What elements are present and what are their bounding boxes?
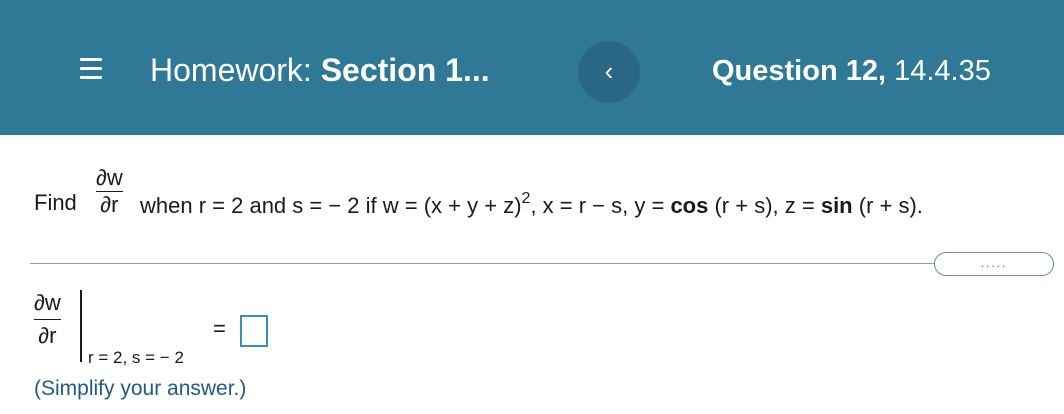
homework-section-name: Section 1...	[320, 52, 490, 88]
problem-conditions: when r = 2 and s = − 2 if w = (x + y + z…	[140, 190, 923, 219]
answer-fraction-denominator: ∂r	[38, 323, 57, 348]
answer-fraction-bar	[34, 319, 61, 320]
evaluation-subscript: r = 2, s = − 2	[88, 348, 184, 367]
partial-derivative-fraction: ∂w ∂r	[96, 165, 123, 218]
previous-question-button[interactable]: ‹	[578, 41, 640, 103]
more-options-button[interactable]: .....	[934, 252, 1054, 276]
evaluation-bar	[80, 290, 82, 362]
find-label: Find	[34, 190, 77, 215]
answer-fraction: ∂w ∂r	[34, 290, 61, 349]
answer-input[interactable]	[240, 315, 268, 347]
problem-text-after-exponent: , x = r − s, y =	[530, 193, 671, 218]
question-reference: 14.4.35	[894, 55, 991, 87]
problem-text-end: (r + s).	[852, 193, 923, 218]
sin-function: sin	[820, 193, 853, 218]
homework-title: Homework: Section 1...	[150, 52, 490, 89]
hamburger-menu-icon[interactable]	[80, 58, 102, 82]
header-bar: Homework: Section 1... ‹ Question 12, 14…	[0, 0, 1064, 135]
question-title: Question 12, 14.4.35	[712, 55, 991, 88]
section-divider	[30, 263, 1054, 264]
question-number: Question 12,	[712, 55, 887, 87]
answer-fraction-numerator: ∂w	[34, 290, 61, 315]
chevron-left-icon: ‹	[604, 56, 614, 86]
homework-title-prefix: Homework:	[150, 52, 312, 88]
simplify-hint: (Simplify your answer.)	[34, 377, 247, 400]
fraction-denominator: ∂r	[100, 192, 119, 217]
problem-text-mid: (r + s), z =	[708, 193, 821, 218]
equals-sign: =	[213, 316, 226, 341]
fraction-numerator: ∂w	[96, 165, 123, 190]
problem-text-before-exponent: when r = 2 and s = − 2 if w = (x + y + z…	[140, 193, 522, 218]
cos-function: cos	[670, 193, 709, 218]
